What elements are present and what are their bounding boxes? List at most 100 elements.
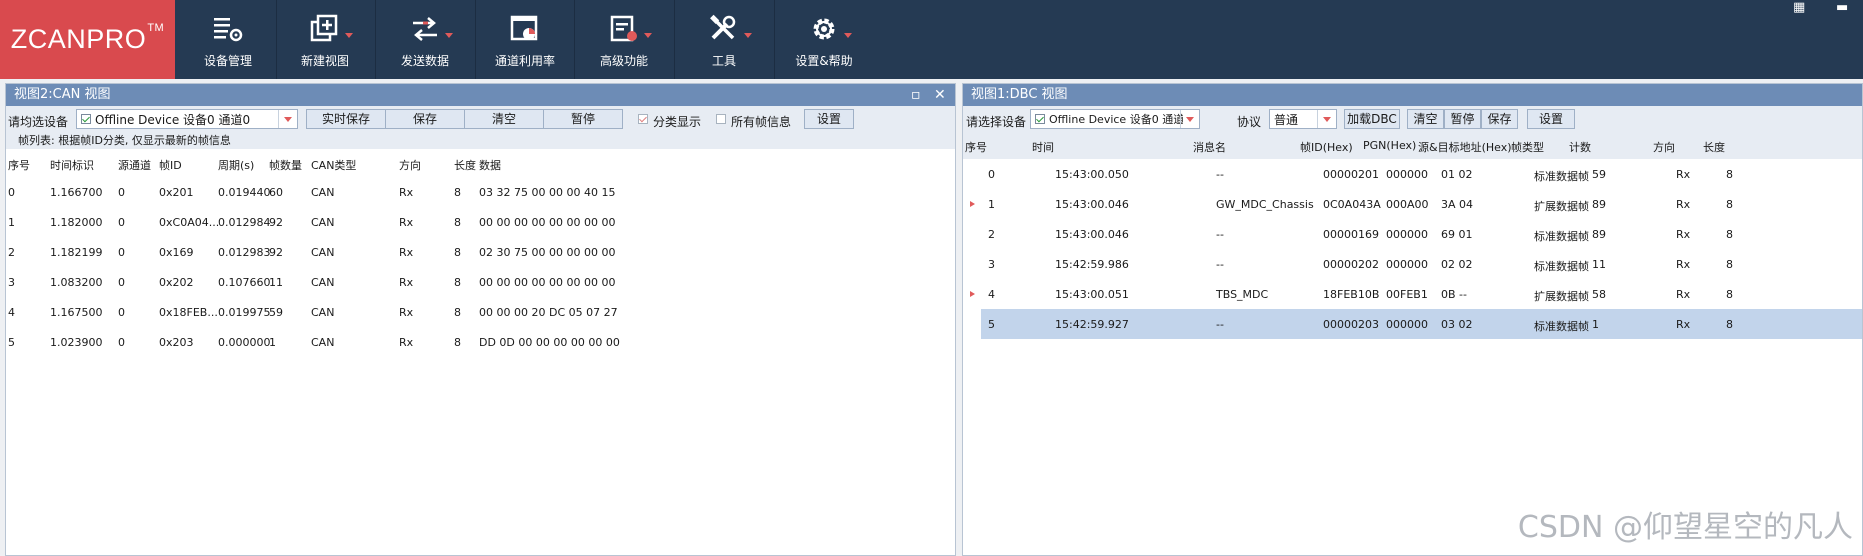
table-cell: 2 — [988, 228, 995, 241]
toolbar-send-data[interactable]: 发送数据 — [392, 0, 458, 79]
clear-button[interactable]: 清空 — [1407, 109, 1444, 129]
dropdown-icon[interactable] — [1180, 110, 1199, 128]
table-cell: Rx — [1676, 168, 1691, 181]
restore-icon[interactable]: ▫ — [911, 84, 921, 106]
layout-grid-icon[interactable]: ▦ — [1793, 0, 1805, 15]
table-cell: 1.023900 — [50, 336, 103, 349]
table-row[interactable]: 3 1.083200 0 0x202 0.107660 11 CAN Rx 8 00 00 00 … — [6, 267, 955, 297]
protocol-label: 协议 — [1237, 115, 1262, 129]
table-cell: 5 — [8, 336, 15, 349]
table-cell: 0 — [988, 168, 995, 181]
clear-button[interactable]: 清空 — [464, 109, 544, 129]
table-cell: 15:43:00.051 — [1055, 288, 1129, 301]
table-cell: 0 — [118, 336, 125, 349]
settings-help-icon — [813, 18, 835, 40]
table-row[interactable]: 0 1.166700 0 0x201 0.019440 60 CAN Rx 8 03 32 75 … — [6, 177, 955, 207]
table-row[interactable]: 2 15:43:00.046 -- 00000169 000000 69 01 标准数据帧 8… — [963, 219, 1862, 249]
toolbar-new-view-label: 新建视图 — [300, 54, 349, 68]
table-cell: 8 — [1726, 318, 1733, 331]
table-cell: Rx — [399, 216, 414, 229]
toolbar-advanced[interactable]: 高级功能 — [591, 0, 657, 79]
save-button[interactable]: 保存 — [1481, 109, 1518, 129]
toolbar-tools[interactable]: 工具 — [691, 0, 757, 79]
table-cell: 000000 — [1386, 318, 1428, 331]
table-cell: 8 — [1726, 198, 1733, 211]
table-row[interactable]: 3 15:42:59.986 -- 00000202 000000 02 02 标准数据帧 1… — [963, 249, 1862, 279]
table-cell: Rx — [399, 306, 414, 319]
table-row[interactable]: 5 1.023900 0 0x203 0.000000 1 CAN Rx 8 DD 0D 00 0… — [6, 327, 955, 357]
close-icon[interactable]: ✕ — [934, 84, 946, 106]
dbc-view-panel: 视图1:DBC 视图 请选择设备 Offline Device 设备0 通道0 … — [962, 83, 1863, 556]
table-row[interactable]: 4 15:43:00.051 TBS_MDC 18FEB10B 00FEB1 0B -- 扩… — [963, 279, 1862, 309]
column-header: 序号 — [965, 141, 987, 154]
table-cell: 03 32 75 00 00 00 40 15 — [479, 186, 616, 199]
table-cell: 15:42:59.986 — [1055, 258, 1129, 271]
table-cell: 8 — [1726, 168, 1733, 181]
column-header: 时间标识 — [50, 159, 94, 172]
protocol-select[interactable]: 普通 — [1269, 109, 1337, 129]
table-row[interactable]: 1 1.182000 0 0xC0A04... 0.012984 92 CAN Rx 8 00 0… — [6, 207, 955, 237]
table-cell: 4 — [988, 288, 995, 301]
save-button[interactable]: 保存 — [385, 109, 465, 129]
table-cell: 0 — [118, 276, 125, 289]
table-cell: 0xC0A04... — [159, 216, 220, 229]
table-cell: 标准数据帧 — [1534, 170, 1589, 183]
select-device-label: 请选择设备 — [966, 115, 1027, 129]
device-select[interactable]: Offline Device 设备0 通道0 — [1030, 109, 1200, 129]
column-header: 长度 — [454, 159, 476, 172]
table-cell: 8 — [454, 186, 461, 199]
table-cell: 扩展数据帧 — [1534, 200, 1589, 213]
settings-button[interactable]: 设置 — [804, 109, 854, 129]
table-row[interactable]: 2 1.182199 0 0x169 0.012983 92 CAN Rx 8 02 30 75 … — [6, 237, 955, 267]
table-cell: -- — [1216, 318, 1224, 331]
app-logo: ZCANPRO TM — [0, 0, 175, 79]
table-cell: 0x201 — [159, 186, 194, 199]
dropdown-icon[interactable] — [1317, 110, 1336, 128]
all-frames-checkbox[interactable] — [716, 114, 726, 124]
table-cell: 3A 04 — [1441, 198, 1474, 211]
table-row[interactable]: 5 15:42:59.927 -- 00000203 000000 03 02 标准数据帧 1… — [981, 309, 1862, 339]
main-toolbar: ZCANPRO TM 设备管理 新建视图 发送数据 通道利用率 高级功能 工具 设… — [0, 0, 1863, 79]
toolbar-channel-usage-label: 通道利用率 — [494, 54, 555, 68]
table-cell: 000A00 — [1386, 198, 1429, 211]
table-row[interactable]: 0 15:43:00.050 -- 00000201 000000 01 02 标准数据帧 5… — [963, 159, 1862, 189]
send-data-icon — [413, 17, 437, 41]
table-cell: 59 — [1592, 168, 1606, 181]
table-cell: 8 — [454, 246, 461, 259]
column-header: CAN类型 — [311, 159, 357, 172]
toolbar-send-data-label: 发送数据 — [400, 54, 449, 68]
classify-checkbox[interactable] — [638, 114, 648, 124]
table-cell: 0 — [118, 246, 125, 259]
minimize-icon[interactable]: ▬ — [1836, 0, 1848, 15]
toolbar-device-manage[interactable]: 设备管理 — [195, 0, 261, 79]
table-row[interactable]: 1 15:43:00.046 GW_MDC_Chassis 0C0A043A 000A0… — [963, 189, 1862, 219]
table-cell: 0.019440 — [218, 186, 271, 199]
toolbar-settings-help-label: 设置&帮助 — [795, 54, 853, 68]
table-row[interactable]: 4 1.167500 0 0x18FEB... 0.019975 59 CAN Rx 8 00 0… — [6, 297, 955, 327]
dbc-view-title: 视图1:DBC 视图 — [971, 87, 1068, 102]
can-view-title: 视图2:CAN 视图 — [14, 87, 111, 102]
device-check-icon — [1035, 114, 1045, 124]
realtime-save-button[interactable]: 实时保存 — [306, 109, 386, 129]
load-dbc-button[interactable]: 加载DBC — [1344, 109, 1400, 129]
settings-button[interactable]: 设置 — [1527, 109, 1575, 129]
table-cell: 0.012983 — [218, 246, 271, 259]
table-cell: 标准数据帧 — [1534, 230, 1589, 243]
table-cell: 3 — [8, 276, 15, 289]
pause-button[interactable]: 暂停 — [1444, 109, 1481, 129]
toolbar-new-view[interactable]: 新建视图 — [292, 0, 358, 79]
table-cell: 00FEB1 — [1386, 288, 1428, 301]
table-cell: 8 — [454, 306, 461, 319]
pause-button[interactable]: 暂停 — [543, 109, 623, 129]
dropdown-icon[interactable] — [278, 110, 297, 128]
table-cell: CAN — [311, 336, 335, 349]
column-header: 消息名 — [1193, 141, 1226, 154]
table-cell: Rx — [399, 186, 414, 199]
table-cell: Rx — [1676, 318, 1691, 331]
table-cell: Rx — [399, 336, 414, 349]
toolbar-settings-help[interactable]: 设置&帮助 — [790, 0, 858, 79]
table-cell: 8 — [454, 336, 461, 349]
device-select[interactable]: Offline Device 设备0 通道0 — [76, 109, 298, 129]
toolbar-channel-usage[interactable]: 通道利用率 — [492, 0, 558, 79]
table-cell: 1.167500 — [50, 306, 103, 319]
